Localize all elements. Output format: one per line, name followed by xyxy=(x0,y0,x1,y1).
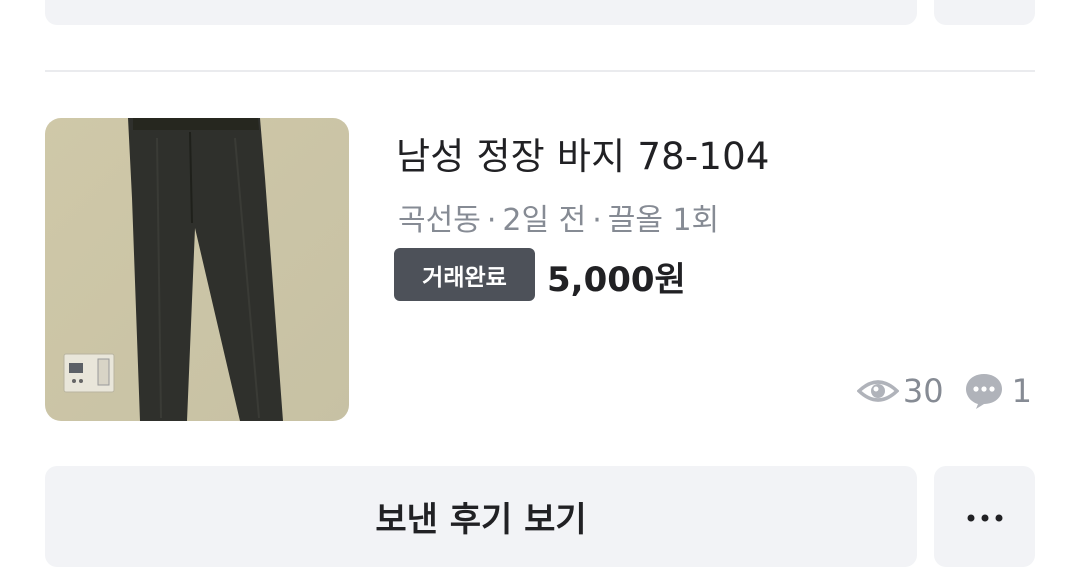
item-title[interactable]: 남성 정장 바지 78-104 xyxy=(396,126,770,180)
item-meta: 곡선동 · 2일 전 · 끌올 1회 xyxy=(398,195,719,239)
view-count: 30 xyxy=(856,372,944,410)
meta-separator: · xyxy=(592,203,602,238)
status-badge: 거래완료 xyxy=(394,248,535,301)
item-bump-count: 끌올 1회 xyxy=(607,203,720,238)
chat-bubble-icon xyxy=(964,372,1004,410)
item-time: 2일 전 xyxy=(502,203,587,238)
eye-icon xyxy=(856,375,899,407)
product-thumbnail[interactable] xyxy=(45,118,349,421)
view-sent-review-label: 보낸 후기 보기 xyxy=(375,500,587,540)
divider xyxy=(45,70,1035,72)
previous-item-more-button[interactable] xyxy=(934,0,1035,25)
previous-item-action-button[interactable] xyxy=(45,0,917,25)
meta-separator: · xyxy=(486,203,497,238)
chat-count: 1 xyxy=(964,372,1032,410)
item-price: 5,000원 xyxy=(547,260,686,300)
more-options-button[interactable] xyxy=(934,466,1035,567)
view-count-value: 30 xyxy=(902,372,944,410)
chat-count-value: 1 xyxy=(1011,372,1032,410)
item-stats: 30 1 xyxy=(856,372,1032,410)
pants-photo xyxy=(45,118,349,421)
more-dots-icon xyxy=(967,507,1003,526)
view-sent-review-button[interactable]: 보낸 후기 보기 xyxy=(45,466,917,567)
item-location: 곡선동 xyxy=(398,203,481,238)
